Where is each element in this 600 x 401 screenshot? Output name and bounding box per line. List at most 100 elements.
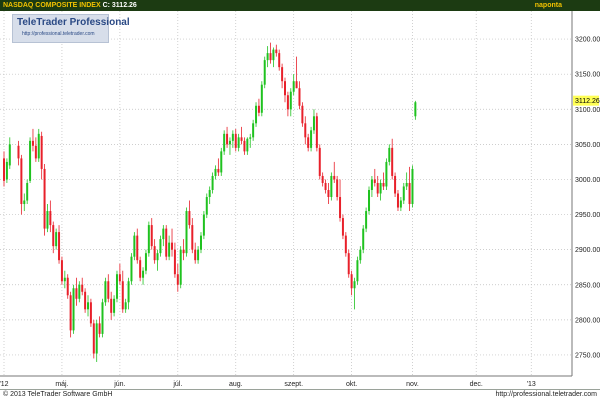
candle-body: [191, 225, 194, 250]
candle-body: [373, 179, 376, 183]
candle-body: [98, 323, 101, 334]
candle-body: [3, 158, 5, 181]
candle-body: [243, 140, 246, 152]
candle-body: [199, 235, 202, 250]
candle-body: [194, 249, 197, 261]
copyright-text: © 2013 TeleTrader Software GmbH: [3, 391, 113, 398]
footer-url[interactable]: http://professional.teletrader.com: [495, 391, 597, 398]
candle-body: [223, 133, 226, 152]
x-tick-label: júl.: [172, 381, 182, 388]
x-tick-label: szept.: [284, 381, 303, 388]
candle-body: [408, 182, 411, 205]
candle-body: [55, 232, 58, 247]
candle-body: [20, 158, 23, 205]
candle-body: [228, 140, 231, 145]
candle-body: [394, 175, 397, 194]
candle-body: [139, 260, 142, 278]
candle-body: [399, 200, 402, 208]
y-tick-label: 2850.00: [575, 282, 600, 289]
candle-body: [304, 123, 307, 138]
candle-body: [272, 49, 275, 61]
candle-body: [37, 133, 40, 159]
candle-body: [385, 161, 388, 187]
candle-body: [370, 179, 373, 190]
candle-body: [339, 197, 342, 219]
candle-body: [150, 225, 153, 247]
candle-body: [23, 200, 26, 205]
candle-body: [197, 249, 200, 261]
candle-body: [176, 274, 179, 285]
y-tick-label: 2750.00: [575, 352, 600, 359]
logo-url: http://professional.teletrader.com: [22, 31, 95, 37]
candle-body: [240, 137, 243, 141]
candle-body: [266, 53, 269, 61]
candle-body: [307, 137, 310, 148]
instrument-name: NASDAQ COMPOSITE INDEX: [3, 2, 101, 9]
candle-body: [95, 323, 98, 354]
candle-body: [130, 256, 133, 282]
candle-body: [327, 189, 330, 198]
candle-body: [379, 182, 382, 194]
candle-body: [359, 249, 362, 261]
candle-body: [81, 284, 84, 292]
candle-body: [182, 249, 185, 254]
candle-body: [362, 228, 365, 250]
candle-body: [214, 168, 217, 176]
candle-body: [173, 249, 176, 275]
candle-body: [333, 175, 336, 180]
candle-body: [341, 218, 344, 236]
candle-body: [179, 249, 182, 285]
candle-body: [208, 189, 211, 198]
candle-body: [49, 211, 52, 226]
candle-body: [211, 175, 214, 190]
candle-body: [168, 242, 171, 257]
x-tick-label: máj.: [55, 381, 68, 388]
candle-body: [89, 302, 92, 324]
candle-body: [5, 161, 8, 180]
candle-body: [269, 53, 272, 61]
candle-body: [92, 323, 95, 354]
chart-title: NASDAQ COMPOSITE INDEX C: 3112.26: [3, 0, 137, 11]
candle-body: [8, 144, 11, 166]
candle-body: [234, 133, 237, 148]
candle-body: [107, 281, 110, 299]
candle-body: [284, 81, 286, 96]
x-tick-label: jún.: [113, 381, 125, 388]
candle-body: [17, 145, 20, 159]
candle-body: [312, 116, 315, 131]
candle-body: [144, 253, 147, 271]
candle-body: [391, 147, 394, 176]
y-tick-label: 3000.00: [575, 177, 600, 184]
candle-body: [275, 49, 278, 54]
candle-body: [40, 135, 43, 169]
y-tick-label: 2800.00: [575, 317, 600, 324]
candle-body: [365, 211, 368, 229]
chart-window: 2750.00 2800.00 2850.00 2900.00 2950.00 3000.…: [0, 0, 600, 401]
candle-body: [84, 291, 87, 310]
plot-area: [0, 11, 572, 376]
candle-body: [396, 193, 399, 208]
candle-body: [121, 281, 124, 310]
candle-body: [260, 84, 263, 113]
candle-body: [136, 235, 139, 261]
candle-body: [66, 277, 69, 296]
candle-body: [353, 281, 356, 289]
candle-body: [43, 168, 46, 229]
candle-body: [171, 242, 174, 250]
candle-body: [162, 228, 165, 240]
candle-body: [286, 95, 289, 110]
candle-body: [69, 295, 72, 331]
x-tick-label: aug.: [229, 381, 243, 388]
candle-body: [356, 260, 359, 282]
candle-body: [63, 277, 66, 282]
candle-body: [202, 214, 205, 236]
candle-body: [217, 168, 220, 173]
candle-body: [113, 298, 116, 313]
candle-body: [156, 253, 159, 261]
candle-body: [237, 137, 240, 148]
candle-body: [87, 302, 90, 310]
x-tick-label: dec.: [470, 381, 483, 388]
y-tick-label: 3050.00: [575, 142, 600, 149]
footer-bar: © 2013 TeleTrader Software GmbH http://p…: [0, 389, 600, 401]
candle-body: [58, 232, 61, 261]
